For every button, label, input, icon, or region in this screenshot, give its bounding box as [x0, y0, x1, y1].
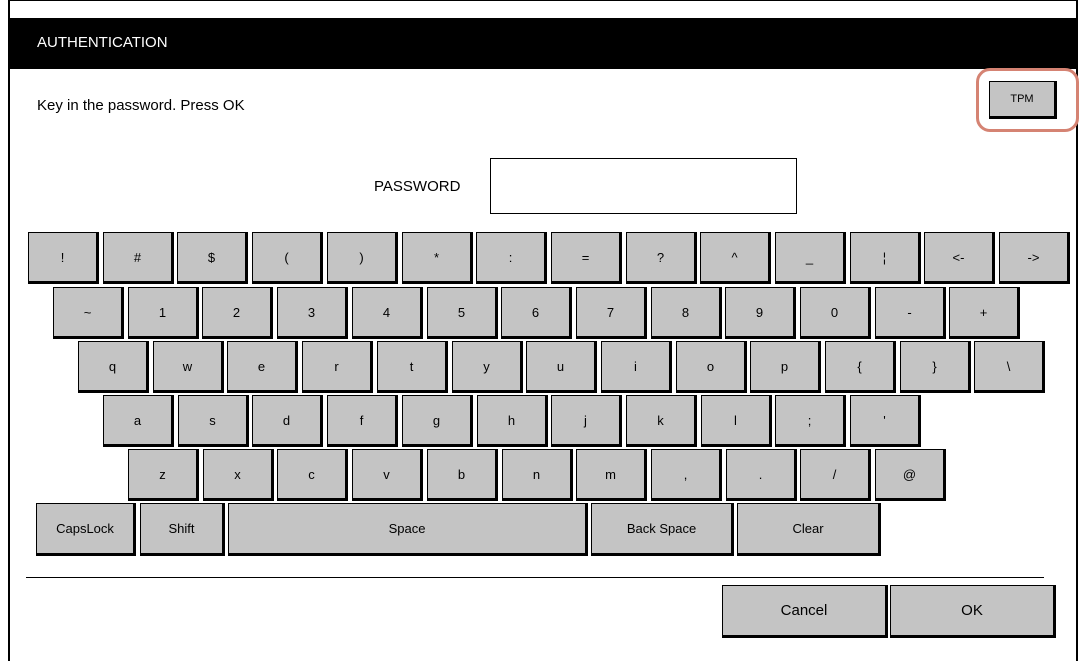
key[interactable]: ->: [999, 232, 1070, 284]
key[interactable]: w: [153, 341, 224, 393]
key[interactable]: ¦: [850, 232, 921, 284]
key[interactable]: 3: [277, 287, 348, 339]
key[interactable]: _: [775, 232, 846, 284]
key[interactable]: 4: [352, 287, 423, 339]
key[interactable]: y: [452, 341, 523, 393]
clear-key[interactable]: Clear: [737, 503, 881, 556]
key[interactable]: o: [676, 341, 747, 393]
shift-key[interactable]: Shift: [140, 503, 225, 556]
key[interactable]: v: [352, 449, 423, 501]
key[interactable]: t: [377, 341, 448, 393]
key[interactable]: 5: [427, 287, 498, 339]
tpm-button[interactable]: TPM: [989, 81, 1057, 119]
backspace-key[interactable]: Back Space: [591, 503, 734, 556]
password-field[interactable]: [490, 158, 797, 214]
key[interactable]: a: [103, 395, 174, 447]
key[interactable]: ~: [53, 287, 124, 339]
key[interactable]: #: [103, 232, 174, 284]
key[interactable]: =: [551, 232, 622, 284]
key[interactable]: i: [601, 341, 672, 393]
key[interactable]: f: [327, 395, 398, 447]
key[interactable]: <-: [924, 232, 995, 284]
key[interactable]: $: [177, 232, 248, 284]
key[interactable]: +: [949, 287, 1020, 339]
key[interactable]: j: [551, 395, 622, 447]
key[interactable]: }: [900, 341, 971, 393]
key[interactable]: n: [502, 449, 573, 501]
capslock-key[interactable]: CapsLock: [36, 503, 136, 556]
key[interactable]: m: [576, 449, 647, 501]
key[interactable]: ?: [626, 232, 697, 284]
key[interactable]: ': [850, 395, 921, 447]
key[interactable]: 1: [128, 287, 199, 339]
instruction-text: Key in the password. Press OK: [37, 97, 245, 114]
key[interactable]: ^: [700, 232, 771, 284]
key[interactable]: p: [750, 341, 821, 393]
key[interactable]: {: [825, 341, 896, 393]
password-label: PASSWORD: [374, 178, 461, 195]
key[interactable]: x: [203, 449, 274, 501]
space-key[interactable]: Space: [228, 503, 588, 556]
key[interactable]: e: [227, 341, 298, 393]
key[interactable]: (: [252, 232, 323, 284]
key[interactable]: g: [402, 395, 473, 447]
key[interactable]: b: [427, 449, 498, 501]
key[interactable]: /: [800, 449, 871, 501]
key[interactable]: 8: [651, 287, 722, 339]
window-title: AUTHENTICATION: [37, 34, 168, 51]
key[interactable]: k: [626, 395, 697, 447]
frame-border-left: [8, 0, 10, 661]
key[interactable]: *: [402, 232, 473, 284]
key[interactable]: d: [252, 395, 323, 447]
key[interactable]: :: [476, 232, 547, 284]
key[interactable]: h: [477, 395, 548, 447]
key[interactable]: c: [277, 449, 348, 501]
key[interactable]: 9: [725, 287, 796, 339]
key[interactable]: -: [875, 287, 946, 339]
title-bar: AUTHENTICATION: [10, 18, 1076, 69]
key[interactable]: !: [28, 232, 99, 284]
key[interactable]: \: [974, 341, 1045, 393]
key[interactable]: ,: [651, 449, 722, 501]
key[interactable]: 7: [576, 287, 647, 339]
key[interactable]: s: [178, 395, 249, 447]
cancel-button[interactable]: Cancel: [722, 585, 888, 638]
ok-button[interactable]: OK: [890, 585, 1056, 638]
key[interactable]: l: [701, 395, 772, 447]
key[interactable]: ;: [775, 395, 846, 447]
key[interactable]: z: [128, 449, 199, 501]
key[interactable]: 6: [501, 287, 572, 339]
key[interactable]: 0: [800, 287, 871, 339]
key[interactable]: r: [302, 341, 373, 393]
key[interactable]: @: [875, 449, 946, 501]
key[interactable]: 2: [202, 287, 273, 339]
key[interactable]: u: [526, 341, 597, 393]
key[interactable]: .: [726, 449, 797, 501]
key[interactable]: ): [327, 232, 398, 284]
frame-border-top: [8, 0, 1078, 1]
divider: [26, 577, 1044, 578]
key[interactable]: q: [78, 341, 149, 393]
